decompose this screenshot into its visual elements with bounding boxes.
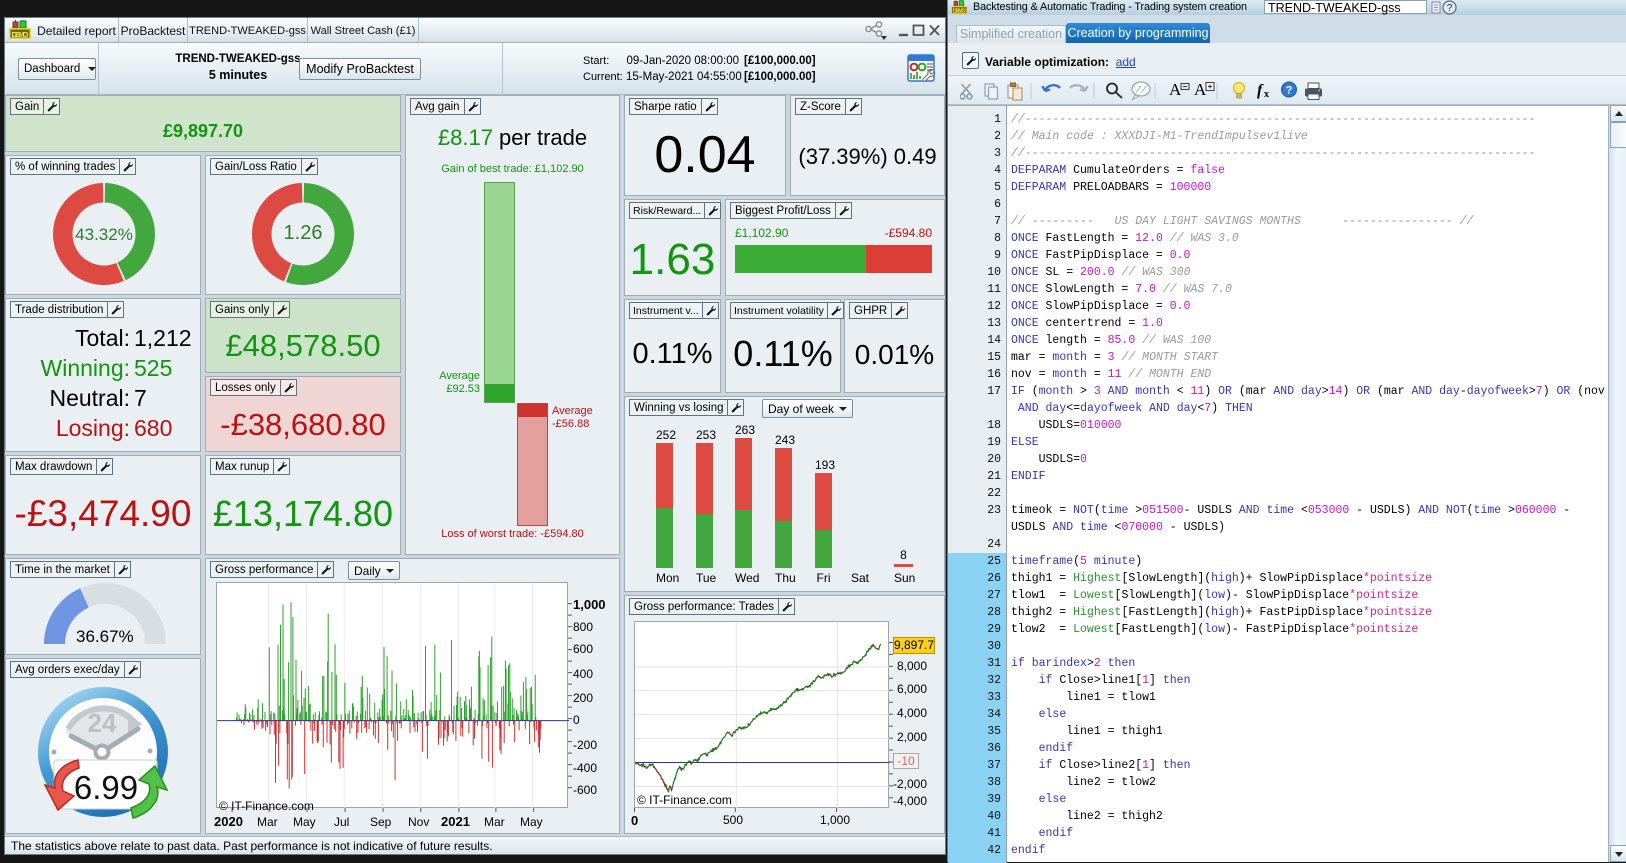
svg-text:DEMO: DEMO <box>12 30 29 39</box>
svg-text:DEMO: DEMO <box>953 9 966 15</box>
svg-text://: // <box>1136 86 1147 96</box>
svg-text:?: ? <box>1286 85 1293 97</box>
svg-text:24: 24 <box>88 708 117 738</box>
svg-text:?: ? <box>1447 3 1453 14</box>
svg-text:A: A <box>1194 81 1207 99</box>
svg-text:A: A <box>1169 81 1182 99</box>
svg-text:x: x <box>1264 89 1269 100</box>
svg-text:f: f <box>1257 82 1264 99</box>
svg-text:6.99: 6.99 <box>74 769 138 806</box>
